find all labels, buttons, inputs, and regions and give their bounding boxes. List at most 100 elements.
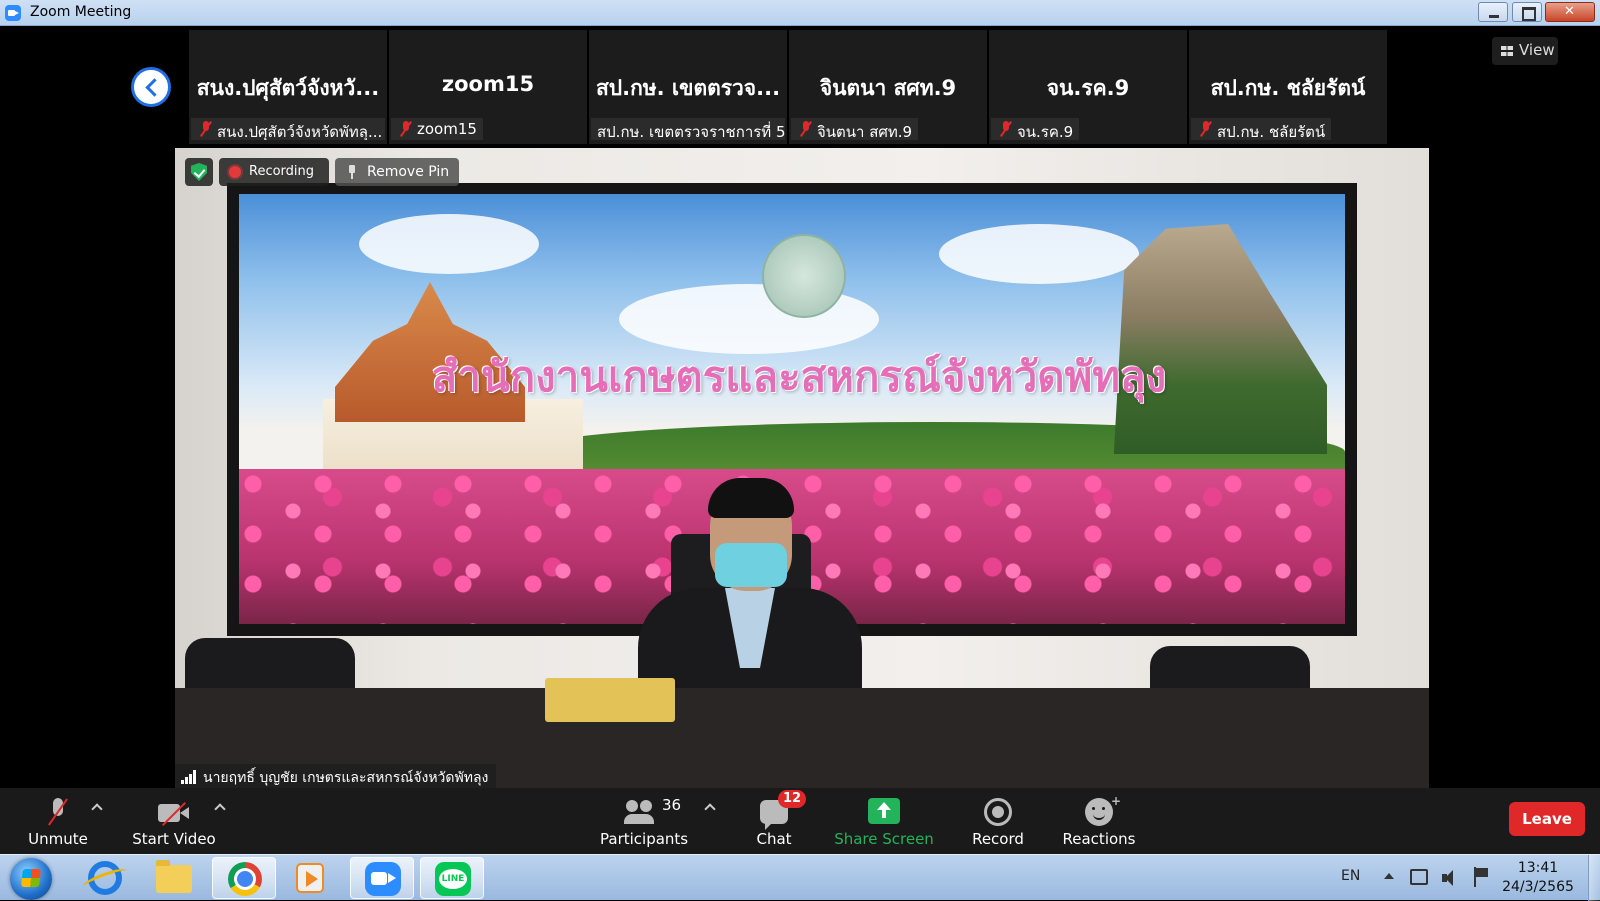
video-options-chevron-icon[interactable] <box>214 802 224 812</box>
participant-name: สป.กษ. เขตตรวจ... <box>595 76 781 100</box>
record-label: Record <box>972 830 1024 848</box>
participant-label: จินตนา สศท.9 <box>791 118 919 140</box>
participants-icon <box>624 800 658 826</box>
network-icon[interactable] <box>1410 869 1428 885</box>
taskbar-zoom[interactable] <box>350 857 414 899</box>
minimize-button[interactable] <box>1478 2 1508 22</box>
chrome-icon <box>228 862 262 896</box>
plus-icon: + <box>1111 794 1122 808</box>
recording-dot-icon <box>229 166 241 178</box>
file-explorer-icon <box>156 860 192 893</box>
participant-label-text: สนง.ปศุสัตว์จังหวัดพัทลุ... <box>217 123 383 140</box>
show-desktop-button[interactable] <box>1588 855 1600 901</box>
participant-label-text: จินตนา สศท.9 <box>817 123 913 140</box>
language-indicator[interactable]: EN <box>1341 868 1360 884</box>
start-button[interactable] <box>10 858 52 900</box>
reactions-label: Reactions <box>1062 830 1136 848</box>
participant-label-text: สป.กษ. ชลัยรัตน์ <box>1217 123 1326 140</box>
taskbar-internet-explorer[interactable] <box>72 857 136 899</box>
volume-icon[interactable] <box>1442 869 1460 887</box>
line-icon: LINE <box>435 862 471 896</box>
chat-unread-badge: 12 <box>778 790 807 808</box>
participants-button[interactable]: 36 Participants <box>600 788 689 854</box>
unmute-button[interactable]: Unmute <box>20 788 96 854</box>
mic-off-icon <box>45 798 71 828</box>
remove-pin-label: Remove Pin <box>367 164 450 180</box>
participants-options-chevron-icon[interactable] <box>704 802 714 812</box>
view-button[interactable]: View <box>1492 37 1558 65</box>
clock-time: 13:41 <box>1517 860 1559 876</box>
action-center-flag-icon[interactable] <box>1472 867 1488 887</box>
participants-label: Participants <box>600 830 689 848</box>
chat-label: Chat <box>756 830 792 848</box>
participant-name: สนง.ปศุสัตว์จังหวั... <box>196 76 380 100</box>
signal-strength-icon <box>181 770 197 784</box>
window-title: Zoom Meeting <box>30 4 132 20</box>
participant-label: สนง.ปศุสัตว์จังหวัดพัทลุ... <box>191 118 385 140</box>
chat-button[interactable]: 12 Chat <box>744 788 807 854</box>
recording-indicator[interactable]: Recording <box>219 158 329 186</box>
video-off-icon <box>158 802 190 824</box>
grid-view-icon <box>1501 46 1513 56</box>
participant-tile[interactable]: สนง.ปศุสัตว์จังหวั... สนง.ปศุสัตว์จังหวั… <box>189 30 387 144</box>
windows-taskbar: LINE EN 13:41 24/3/2565 <box>0 854 1600 901</box>
share-screen-icon <box>868 798 900 824</box>
audio-options-chevron-icon[interactable] <box>91 802 101 812</box>
ministry-emblem <box>762 234 846 318</box>
participant-label-text: zoom15 <box>417 120 477 138</box>
view-label: View <box>1519 41 1555 59</box>
banner-title: สำนักงานเกษตรและสหกรณ์จังหวัดพัทลุง <box>431 352 1167 401</box>
clock-date: 24/3/2565 <box>1502 879 1574 895</box>
show-hidden-icons-chevron-icon[interactable] <box>1384 873 1394 879</box>
window-titlebar: Zoom Meeting <box>0 0 1600 26</box>
unmute-label: Unmute <box>28 830 88 848</box>
speaker-name-label: นายฤทธิ์ บุญชัย เกษตรและสหกรณ์จังหวัดพัท… <box>175 764 497 788</box>
smiley-icon <box>1085 798 1113 826</box>
participant-name: จินตนา สศท.9 <box>819 76 957 100</box>
participant-name: จน.รค.9 <box>1046 76 1130 100</box>
mic-muted-icon <box>1199 121 1213 137</box>
speaker-name: นายฤทธิ์ บุญชัย เกษตรและสหกรณ์จังหวัดพัท… <box>203 770 489 786</box>
taskbar-line[interactable]: LINE <box>420 857 484 899</box>
leave-button[interactable]: Leave <box>1509 802 1585 836</box>
participant-tile[interactable]: zoom15 zoom15 <box>389 30 587 144</box>
participant-tile[interactable]: สป.กษ. เขตตรวจ... สป.กษ. เขตตรวจราชการที… <box>589 30 787 144</box>
cloud <box>939 224 1139 284</box>
participant-tile[interactable]: จน.รค.9 จน.รค.9 <box>989 30 1187 144</box>
reactions-button[interactable]: + Reactions <box>1058 788 1140 854</box>
mic-muted-icon <box>999 121 1013 137</box>
share-screen-label: Share Screen <box>834 830 934 848</box>
participant-label: จน.รค.9 <box>991 118 1080 140</box>
face-mask <box>715 543 787 587</box>
remove-pin-button[interactable]: Remove Pin <box>335 158 459 186</box>
participant-label-text: จน.รค.9 <box>1017 123 1074 140</box>
taskbar-chrome[interactable] <box>212 857 276 899</box>
participant-label: zoom15 <box>391 118 483 140</box>
line-icon-text: LINE <box>441 874 465 884</box>
meeting-toolbar: Unmute Start Video 36 Participants 12 Ch… <box>0 788 1600 854</box>
participant-tile[interactable]: สป.กษ. ชลัยรัตน์ สป.กษ. ชลัยรัตน์ <box>1189 30 1387 144</box>
pinned-video[interactable]: สำนักงานเกษตรและสหกรณ์จังหวัดพัทลุง Reco… <box>175 148 1429 788</box>
participant-tile[interactable]: จินตนา สศท.9 จินตนา สศท.9 <box>789 30 987 144</box>
start-video-button[interactable]: Start Video <box>128 788 220 854</box>
pin-icon <box>347 165 357 179</box>
encryption-shield-icon[interactable] <box>185 158 213 186</box>
participants-count: 36 <box>662 796 682 814</box>
participant-label-text: สป.กษ. เขตตรวจราชการที่ 5 <box>597 123 785 140</box>
maximize-button[interactable] <box>1512 2 1542 22</box>
start-video-label: Start Video <box>132 830 216 848</box>
internet-explorer-icon <box>88 861 122 895</box>
record-button[interactable]: Record <box>960 788 1036 854</box>
taskbar-file-explorer[interactable] <box>142 857 206 899</box>
participant-name: zoom15 <box>441 72 535 96</box>
close-button[interactable] <box>1545 2 1595 22</box>
participant-label: สป.กษ. ชลัยรัตน์ <box>1191 118 1332 140</box>
tissue-box <box>545 678 675 722</box>
mic-muted-icon <box>799 121 813 137</box>
record-icon <box>984 798 1012 826</box>
share-screen-button[interactable]: Share Screen <box>834 788 934 854</box>
gallery-prev-button[interactable] <box>131 67 171 107</box>
system-clock[interactable]: 13:41 24/3/2565 <box>1500 859 1576 897</box>
mic-muted-icon <box>199 121 213 137</box>
taskbar-media-player[interactable] <box>278 857 342 899</box>
